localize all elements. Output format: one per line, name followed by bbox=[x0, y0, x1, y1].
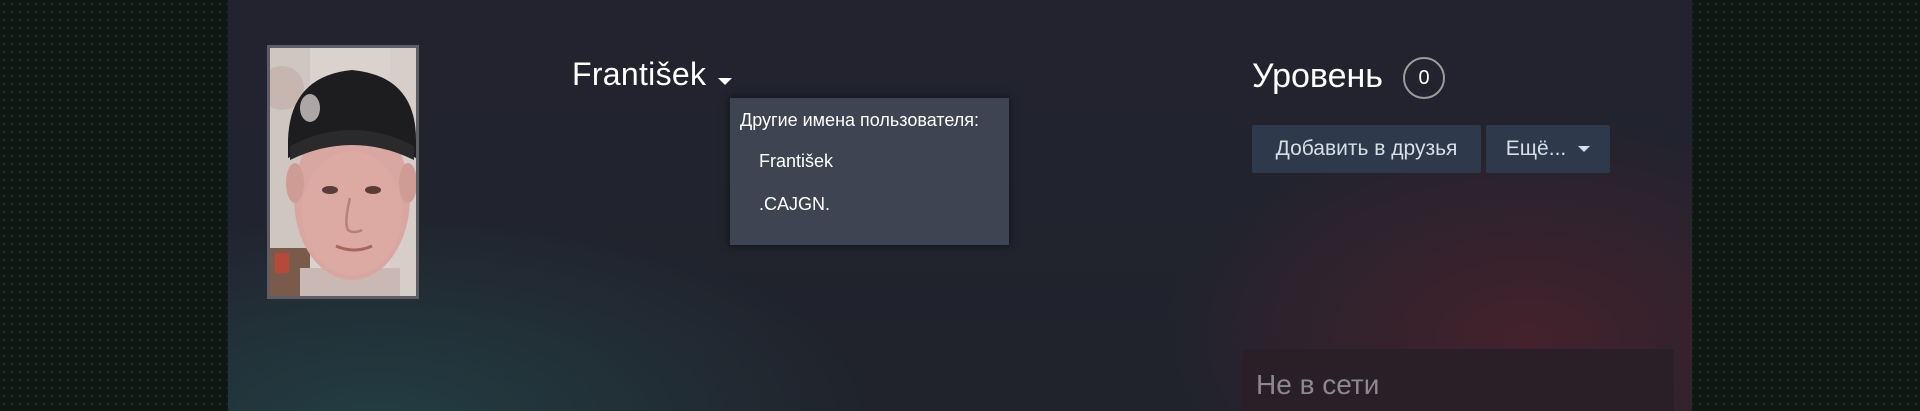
level-value: 0 bbox=[1418, 66, 1430, 89]
more-button[interactable]: Ещё... bbox=[1486, 125, 1610, 173]
status-text: Не в сети bbox=[1256, 369, 1380, 400]
profile-header-panel: František Другие имена пользователя: Fra… bbox=[228, 0, 1692, 411]
online-status: Не в сети bbox=[1242, 349, 1674, 411]
alias-item: .CAJGN. bbox=[759, 194, 831, 214]
more-label: Ещё... bbox=[1505, 137, 1567, 160]
caret-down-icon[interactable] bbox=[718, 78, 733, 85]
avatar-photo bbox=[270, 48, 416, 296]
profile-avatar[interactable] bbox=[267, 45, 419, 299]
add-friend-button[interactable]: Добавить в друзья bbox=[1252, 125, 1481, 173]
level-badge[interactable]: 0 bbox=[1403, 57, 1445, 99]
caret-down-icon bbox=[1578, 146, 1591, 152]
alias-item: František bbox=[759, 151, 834, 171]
alias-dropdown: Другие имена пользователя: František .CA… bbox=[730, 98, 1009, 245]
add-friend-label: Добавить в друзья bbox=[1275, 137, 1458, 160]
persona-name: František bbox=[572, 56, 733, 93]
persona-name-text: František bbox=[572, 56, 707, 92]
alias-header: Другие имена пользователя: bbox=[740, 110, 980, 130]
level-label: Уровень bbox=[1252, 57, 1383, 95]
